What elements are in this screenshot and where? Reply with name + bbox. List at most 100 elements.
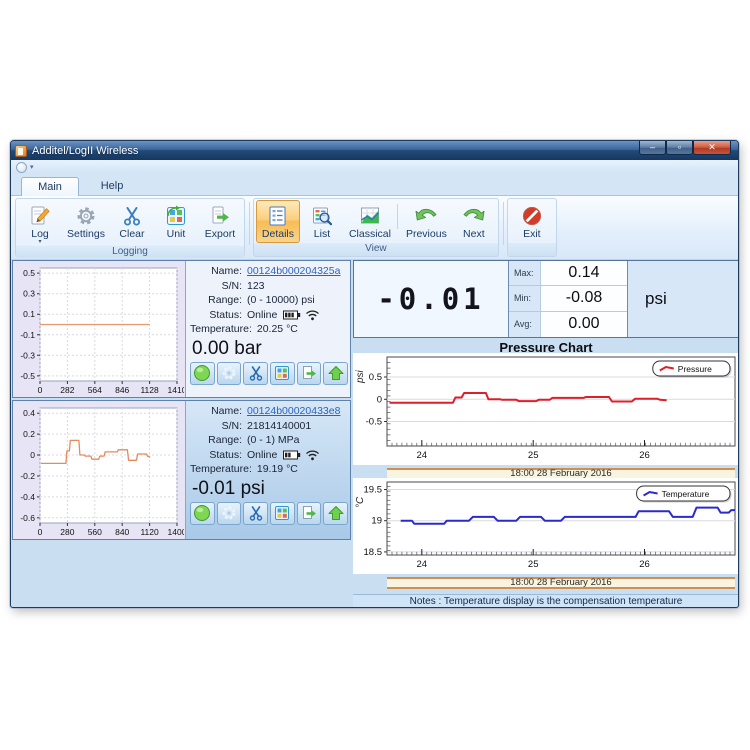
svg-text:282: 282 [60,385,74,395]
group-label-view: View [253,243,498,256]
sensor-panel-1[interactable]: 0.50.30.1-0.1-0.3-0.5028256484611281410 … [12,260,351,398]
app-icon [15,144,27,157]
window-title: Additel/LogII Wireless [32,144,139,157]
sn-label: S/N: [221,419,242,432]
svg-text:0.4: 0.4 [23,408,35,418]
unit-button[interactable]: Unit [154,200,198,246]
temperature-date-scrollbar[interactable]: 18:00 28 February 2016 [387,577,735,589]
sensor-1-info: Name: 00124b000204325a S/N: 123 Range: (0 -… [185,261,350,397]
svg-text:1128: 1128 [140,385,159,395]
unit-value: psi [627,261,738,337]
log-button[interactable]: Log ▾ [18,200,62,246]
sensor-log-button[interactable] [190,361,215,385]
sensor-export-button[interactable] [296,361,322,385]
svg-text:560: 560 [88,527,102,537]
svg-text:25: 25 [528,450,539,461]
svg-text:-0.2: -0.2 [20,471,35,481]
gear-icon [67,203,105,229]
titlebar[interactable]: Additel/LogII Wireless – ▫ ✕ [11,141,738,160]
classical-button[interactable]: Classical [344,200,396,243]
sensor-unit-button[interactable] [270,501,295,525]
previous-label: Previous [405,228,447,240]
svg-text:0: 0 [30,450,35,460]
sensor-clear-button[interactable] [243,361,269,385]
sensor-2-chart-zone: 0.40.20-0.2-0.4-0.6028056084011201400 [13,401,185,539]
sensor-toolbar [190,501,349,525]
close-button[interactable]: ✕ [693,141,731,155]
settings-button[interactable]: Settings [62,200,110,246]
avg-label: Avg: [509,311,540,337]
max-label: Max: [509,261,540,287]
arrow-up-icon [327,504,345,522]
sensor-upload-button[interactable] [323,361,349,385]
svg-text:°C: °C [355,496,366,508]
sensor-range: (0 - 10000) psi [247,294,315,306]
live-reading-block: -0.01 Max: 0.14 Min: -0.08 Avg: 0.00 psi [353,260,738,338]
svg-text:0.1: 0.1 [23,309,35,319]
sensor-settings-button[interactable] [216,361,242,385]
svg-text:0: 0 [38,527,43,537]
maximize-button[interactable]: ▫ [666,141,693,155]
sensor-log-button[interactable] [190,501,215,525]
arrow-up-icon [327,364,345,382]
list-button[interactable]: List [300,200,344,243]
app-menu-button[interactable] [16,161,27,173]
export-icon [300,364,318,382]
svg-text:1120: 1120 [140,527,159,537]
sensor-panel-2[interactable]: 0.40.20-0.2-0.4-0.6028056084011201400 Na… [12,400,351,540]
details-button[interactable]: Details [255,200,300,243]
sensor-2-info: Name: 00124b00020433e8 S/N: 21814140001 Ra… [185,401,350,539]
sensor-range: (0 - 1) MPa [247,434,300,446]
seven-segment-display: -0.01 [354,261,509,337]
sensor-upload-button[interactable] [323,501,349,525]
exit-button[interactable]: Exit [510,200,554,243]
sensor-status: Online [247,448,278,461]
tab-main[interactable]: Main [21,177,79,196]
sensor-clear-button[interactable] [243,501,269,525]
main-content: 0.50.30.1-0.1-0.3-0.5028256484611281410 … [11,260,738,607]
svg-text:26: 26 [639,450,650,461]
min-label: Min: [509,286,540,312]
minimize-button[interactable]: – [639,141,666,155]
clear-button[interactable]: Clear [110,200,154,246]
svg-text:24: 24 [417,450,428,461]
export-button[interactable]: Export [198,200,242,246]
wifi-icon [305,309,320,321]
avg-value: 0.00 [540,311,627,337]
sensor-name-link[interactable]: 00124b00020433e8 [247,405,340,417]
ribbon-group-exit: Exit [506,198,557,257]
temperature-chart: 19.5 19 18.5 24 25 26 Temperature °C [353,478,738,574]
settings-label: Settings [67,228,105,240]
pressure-chart: 0.5 0 -0.5 24 25 26 Pressure psi [353,353,738,465]
chart-icon [349,203,391,229]
svg-text:-0.6: -0.6 [20,513,35,523]
sensor-sn: 123 [247,279,265,292]
scissors-icon [247,364,265,382]
sensor-name-link[interactable]: 00124b000204325a [247,265,340,277]
clear-label: Clear [119,228,145,240]
tab-help[interactable]: Help [87,177,137,196]
log-icon [23,203,57,229]
sensor-settings-button[interactable] [216,501,242,525]
unit-grid-icon [159,203,193,229]
svg-text:1400: 1400 [168,527,184,537]
svg-text:1410: 1410 [168,385,184,395]
sensor-unit-button[interactable] [270,361,295,385]
log-dropdown-arrow[interactable]: ▾ [23,239,57,245]
min-value: -0.08 [540,286,627,312]
temperature-label: Temperature: [190,323,252,335]
sensor-export-button[interactable] [296,501,322,525]
chevron-down-icon[interactable]: ▾ [30,163,34,171]
scissors-icon [247,504,265,522]
export-label: Export [204,228,236,240]
name-label: Name: [211,265,242,277]
range-label: Range: [208,294,242,306]
previous-button[interactable]: Previous [401,200,452,243]
next-button[interactable]: Next [452,200,496,243]
exit-icon [515,203,549,229]
scissors-icon [115,203,149,229]
svg-text:24: 24 [417,559,428,570]
sensor-temperature: 20.25 °C [256,323,298,335]
current-value: -0.01 [377,282,485,316]
ribbon-tabs: Main Help [11,174,738,196]
